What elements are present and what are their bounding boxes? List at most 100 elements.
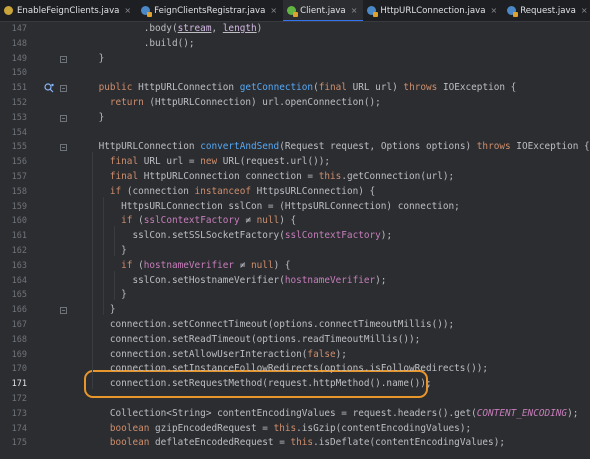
close-tab-icon[interactable]: × [581,6,588,15]
code-token: deflateEncodedRequest = [155,437,291,449]
close-tab-icon[interactable]: × [124,6,131,15]
code-token: HttpsURLConnection) { [256,185,376,197]
tab-label: FeignClientsRegistrar.java [154,5,266,16]
code-token: } [76,111,105,123]
close-tab-icon[interactable]: × [270,6,277,15]
code-text: return (HttpURLConnection) url.openConne… [76,96,381,111]
code-line[interactable]: 156 final URL url = new URL(request.url(… [0,155,590,170]
code-text: HttpsURLConnection sslCon = (HttpsURLCon… [76,200,460,215]
code-token: (HttpURLConnection) url.openConnection()… [149,97,381,108]
code-token: ) { [273,259,291,271]
code-text: public HttpURLConnection getConnection(f… [76,81,517,96]
code-token: connection.setReadTimeout(options.readTi… [76,333,421,345]
line-number: 166 [11,305,27,316]
code-token: .body( [76,23,178,34]
fold-end-icon[interactable] [60,114,67,122]
code-line[interactable]: 161 sslCon.setSSLSocketFactory(sslContex… [0,229,590,244]
code-token: } [76,304,116,316]
code-line[interactable]: 170 connection.setInstanceFollowRedirect… [0,362,590,377]
code-token: IOException { [516,141,590,153]
code-line[interactable]: 155 HttpURLConnection convertAndSend(Req… [0,140,590,155]
code-line[interactable]: 151 public HttpURLConnection getConnecti… [0,81,590,96]
code-token: sslContextFactory [143,215,240,227]
code-line[interactable]: 154 [0,126,590,141]
code-token: public [98,82,139,94]
code-line[interactable]: 173 Collection<String> contentEncodingVa… [0,407,590,422]
code-line[interactable]: 149 } [0,52,590,67]
code-line[interactable]: 147 .body(stream, length) [0,22,590,37]
code-token: connection.setInstanceFollowRedirects(op… [76,363,489,375]
code-token: gzipEncodedRequest = [155,422,274,434]
code-text: connection.setRequestMethod(request.http… [76,377,432,392]
code-line[interactable]: 164 sslCon.setHostnameVerifier(hostnameV… [0,274,590,289]
tab-1[interactable]: FeignClientsRegistrar.java × [137,0,283,21]
line-number: 149 [11,53,27,64]
line-number: 165 [11,290,27,301]
code-line[interactable]: 148 .build(); [0,37,590,52]
code-line[interactable]: 157 final HttpURLConnection connection =… [0,170,590,185]
code-line[interactable]: 153 } [0,111,590,126]
tab-4[interactable]: Request.java × [503,0,590,21]
line-number: 147 [11,24,27,34]
code-line[interactable]: 172 [0,392,590,407]
line-number: 157 [11,172,27,182]
code-line[interactable]: 160 if (sslContextFactory ≠ null) { [0,214,590,229]
code-token: HttpURLConnection connection = [143,171,319,182]
indent-guide [92,152,93,390]
code-token: HttpsURLConnection sslCon = (HttpsURLCon… [76,200,460,212]
code-line[interactable]: 167 connection.setConnectTimeout(options… [0,318,590,333]
code-line[interactable]: 158 if (connection instanceof HttpsURLCo… [0,185,590,200]
fold-collapse-icon[interactable] [60,85,67,93]
code-token: .isGzip(contentEncodingValues); [296,422,472,434]
line-number: 160 [11,216,27,227]
code-token: final [109,171,144,182]
code-text: boolean deflateEncodedRequest = this.isD… [76,436,505,451]
code-line[interactable]: 159 HttpsURLConnection sslCon = (HttpsUR… [0,200,590,215]
code-token: sslCon.setHostnameVerifier( [76,274,285,286]
indent-guide [103,196,104,316]
code-token: return [109,97,150,108]
code-line[interactable]: 152 return (HttpURLConnection) url.openC… [0,96,590,111]
fold-end-icon[interactable] [60,307,67,315]
code-token: if [109,185,127,197]
close-tab-icon[interactable]: × [490,6,497,15]
code-line[interactable]: 169 connection.setAllowUserInteraction(f… [0,348,590,363]
code-token: ); [567,407,579,419]
code-line[interactable]: 168 connection.setReadTimeout(options.re… [0,333,590,348]
fold-end-icon[interactable] [60,55,67,63]
lock-badge-icon [373,12,379,17]
code-editor[interactable]: 147 .body(stream, length) 148 .build(); 14… [0,22,590,459]
code-line[interactable]: 175 boolean deflateEncodedRequest = this… [0,436,590,451]
overridden-method-icon[interactable] [44,83,54,93]
code-line[interactable]: 171 connection.setRequestMethod(request.… [0,377,590,392]
indent-guide [114,270,115,301]
code-line[interactable]: 174 boolean gzipEncodedRequest = this.is… [0,422,590,437]
code-text: connection.setConnectTimeout(options.con… [76,318,454,333]
line-number: 172 [11,394,27,404]
code-token: throws [476,141,517,153]
code-text: HttpURLConnection convertAndSend(Request… [76,140,590,155]
code-token: ); [380,230,393,242]
code-text: Collection<String> contentEncodingValues… [76,407,579,422]
code-line[interactable]: 166 } [0,303,590,318]
tab-2[interactable]: Client.java × [283,0,364,21]
code-text: } [76,244,127,259]
tab-0[interactable]: EnableFeignClients.java × [0,0,137,21]
line-number: 151 [11,83,27,94]
code-line[interactable]: 163 if (hostnameVerifier ≠ null) { [0,259,590,274]
close-tab-icon[interactable]: × [351,6,358,15]
code-line[interactable]: 165 } [0,288,590,303]
code-token: length [222,23,257,34]
tab-3[interactable]: HttpURLConnection.java × [363,0,503,21]
code-line[interactable]: 150 [0,66,590,81]
fold-collapse-icon[interactable] [60,144,67,152]
code-text: sslCon.setSSLSocketFactory(sslContextFac… [76,229,392,244]
code-token: .isDeflate(contentEncodingValues); [313,437,505,449]
code-token: } [76,289,127,301]
code-token: sslContextFactory [284,230,381,242]
code-line[interactable]: 162 } [0,244,590,259]
code-token: ≠ [234,259,251,271]
code-token: if [121,215,139,227]
